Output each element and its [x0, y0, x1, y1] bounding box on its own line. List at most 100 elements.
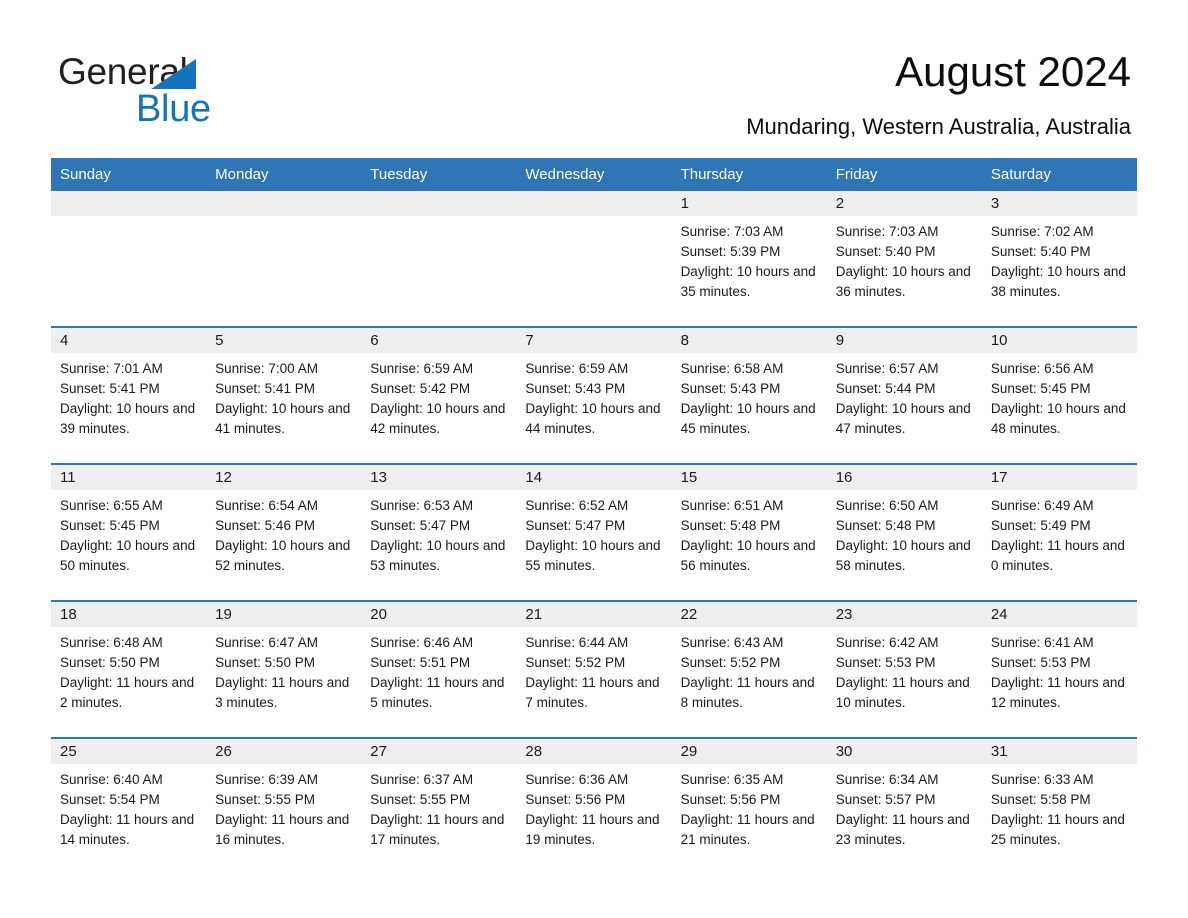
sunset-text: Sunset: 5:56 PM [680, 792, 781, 807]
daylight-text: Daylight: 10 hours and 47 minutes. [835, 401, 971, 436]
calendar-day-cell[interactable] [206, 191, 362, 327]
day-details: Sunrise: 6:55 AM Sunset: 5:45 PM Daylight:… [51, 490, 206, 576]
calendar-day-cell[interactable]: 9 Sunrise: 6:57 AM Sunset: 5:44 PM Daylight… [826, 326, 982, 464]
day-details: Sunrise: 6:50 AM Sunset: 5:48 PM Daylight:… [827, 490, 982, 576]
daylight-text: Daylight: 11 hours and 8 minutes. [680, 675, 815, 710]
day-details: Sunrise: 6:56 AM Sunset: 5:45 PM Daylight:… [982, 353, 1137, 439]
calendar-day-cell[interactable]: 12 Sunrise: 6:54 AM Sunset: 5:46 PM Dayligh… [206, 463, 362, 601]
day-details: Sunrise: 6:39 AM Sunset: 5:55 PM Daylight:… [206, 764, 361, 850]
calendar-day-cell[interactable]: 2 Sunrise: 7:03 AM Sunset: 5:40 PM Daylight… [826, 191, 982, 327]
sunrise-text: Sunrise: 7:03 AM [680, 224, 784, 239]
sunset-text: Sunset: 5:51 PM [370, 655, 471, 670]
weekday-header-tuesday: Tuesday [361, 158, 517, 191]
sunset-text: Sunset: 5:56 PM [525, 792, 626, 807]
calendar-day-cell[interactable]: 20 Sunrise: 6:46 AM Sunset: 5:51 PM Dayligh… [361, 600, 517, 738]
daylight-text: Daylight: 11 hours and 12 minutes. [990, 675, 1125, 710]
calendar-day-cell[interactable] [361, 191, 517, 327]
day-number: 7 [516, 328, 672, 353]
calendar-day-cell[interactable]: 13 Sunrise: 6:53 AM Sunset: 5:47 PM Dayligh… [361, 463, 517, 601]
sunset-text: Sunset: 5:40 PM [835, 244, 936, 259]
sunrise-text: Sunrise: 6:58 AM [680, 361, 784, 376]
calendar-day-cell[interactable]: 10 Sunrise: 6:56 AM Sunset: 5:45 PM Dayligh… [981, 326, 1137, 464]
calendar-day-cell[interactable]: 15 Sunrise: 6:51 AM Sunset: 5:48 PM Dayligh… [671, 463, 827, 601]
day-number: 12 [206, 465, 362, 490]
calendar-day-cell[interactable]: 25 Sunrise: 6:40 AM Sunset: 5:54 PM Dayligh… [51, 737, 207, 874]
calendar-day-cell[interactable]: 11 Sunrise: 6:55 AM Sunset: 5:45 PM Dayligh… [51, 463, 207, 601]
calendar-day-cell[interactable]: 14 Sunrise: 6:52 AM Sunset: 5:47 PM Dayligh… [516, 463, 672, 601]
sunset-text: Sunset: 5:50 PM [60, 655, 160, 670]
calendar-day-cell[interactable]: 3 Sunrise: 7:02 AM Sunset: 5:40 PM Daylight… [981, 191, 1137, 327]
calendar-day-cell[interactable]: 8 Sunrise: 6:58 AM Sunset: 5:43 PM Daylight… [671, 326, 827, 464]
day-number: 25 [51, 739, 207, 764]
calendar-header-row: Sunday Monday Tuesday Wednesday Thursday… [51, 158, 1137, 191]
sunset-text: Sunset: 5:50 PM [215, 655, 315, 670]
calendar-day-cell[interactable] [516, 191, 672, 327]
daylight-text: Daylight: 10 hours and 45 minutes. [680, 401, 816, 436]
day-number [51, 191, 207, 216]
daylight-text: Daylight: 10 hours and 52 minutes. [215, 538, 351, 573]
day-number: 4 [51, 328, 207, 353]
sunset-text: Sunset: 5:45 PM [990, 381, 1091, 396]
day-details: Sunrise: 6:51 AM Sunset: 5:48 PM Daylight:… [672, 490, 827, 576]
sunrise-sunset-calendar: Sunday Monday Tuesday Wednesday Thursday… [51, 158, 1137, 874]
sunset-text: Sunset: 5:45 PM [60, 518, 160, 533]
calendar-day-cell[interactable]: 26 Sunrise: 6:39 AM Sunset: 5:55 PM Dayligh… [206, 737, 362, 874]
generalblue-logo[interactable]: General Blue [58, 52, 388, 132]
calendar-day-cell[interactable]: 21 Sunrise: 6:44 AM Sunset: 5:52 PM Dayligh… [516, 600, 672, 738]
sunrise-text: Sunrise: 6:48 AM [60, 635, 163, 650]
calendar-day-cell[interactable]: 18 Sunrise: 6:48 AM Sunset: 5:50 PM Dayligh… [51, 600, 207, 738]
calendar-day-cell[interactable]: 27 Sunrise: 6:37 AM Sunset: 5:55 PM Dayligh… [361, 737, 517, 874]
sunset-text: Sunset: 5:52 PM [525, 655, 626, 670]
calendar-day-cell[interactable]: 7 Sunrise: 6:59 AM Sunset: 5:43 PM Daylight… [516, 326, 672, 464]
day-details: Sunrise: 6:35 AM Sunset: 5:56 PM Daylight:… [672, 764, 827, 850]
calendar-day-cell[interactable]: 16 Sunrise: 6:50 AM Sunset: 5:48 PM Dayligh… [826, 463, 982, 601]
calendar-day-cell[interactable]: 30 Sunrise: 6:34 AM Sunset: 5:57 PM Dayligh… [826, 737, 982, 874]
day-details: Sunrise: 7:01 AM Sunset: 5:41 PM Daylight:… [51, 353, 206, 439]
sunrise-text: Sunrise: 6:35 AM [680, 772, 784, 787]
sunrise-text: Sunrise: 6:56 AM [990, 361, 1094, 376]
calendar-day-cell[interactable]: 23 Sunrise: 6:42 AM Sunset: 5:53 PM Dayligh… [826, 600, 982, 738]
day-number: 19 [206, 602, 362, 627]
day-details: Sunrise: 6:43 AM Sunset: 5:52 PM Daylight:… [672, 627, 827, 713]
calendar-day-cell[interactable]: 5 Sunrise: 7:00 AM Sunset: 5:41 PM Daylight… [206, 326, 362, 464]
sunrise-text: Sunrise: 6:42 AM [835, 635, 939, 650]
sunrise-text: Sunrise: 6:46 AM [370, 635, 474, 650]
calendar-day-cell[interactable]: 4 Sunrise: 7:01 AM Sunset: 5:41 PM Daylight… [51, 326, 207, 464]
sunrise-text: Sunrise: 6:53 AM [370, 498, 474, 513]
sunrise-text: Sunrise: 6:40 AM [60, 772, 163, 787]
daylight-text: Daylight: 10 hours and 44 minutes. [525, 401, 661, 436]
day-details [51, 216, 206, 222]
sunset-text: Sunset: 5:53 PM [835, 655, 936, 670]
day-number: 28 [516, 739, 672, 764]
sunrise-text: Sunrise: 6:43 AM [680, 635, 784, 650]
day-details: Sunrise: 6:53 AM Sunset: 5:47 PM Daylight:… [361, 490, 516, 576]
sunset-text: Sunset: 5:53 PM [990, 655, 1091, 670]
day-number [361, 191, 517, 216]
sunset-text: Sunset: 5:55 PM [370, 792, 471, 807]
daylight-text: Daylight: 11 hours and 10 minutes. [835, 675, 970, 710]
sunrise-text: Sunrise: 6:51 AM [680, 498, 784, 513]
calendar-day-cell[interactable]: 19 Sunrise: 6:47 AM Sunset: 5:50 PM Dayligh… [206, 600, 362, 738]
daylight-text: Daylight: 11 hours and 5 minutes. [370, 675, 505, 710]
day-number: 26 [206, 739, 362, 764]
calendar-day-cell[interactable]: 6 Sunrise: 6:59 AM Sunset: 5:42 PM Daylight… [361, 326, 517, 464]
sunset-text: Sunset: 5:58 PM [990, 792, 1091, 807]
calendar-day-cell[interactable]: 24 Sunrise: 6:41 AM Sunset: 5:53 PM Dayligh… [981, 600, 1137, 738]
calendar-day-cell[interactable] [51, 191, 207, 327]
calendar-day-cell[interactable]: 31 Sunrise: 6:33 AM Sunset: 5:58 PM Dayligh… [981, 737, 1137, 874]
calendar-day-cell[interactable]: 22 Sunrise: 6:43 AM Sunset: 5:52 PM Dayligh… [671, 600, 827, 738]
day-number: 2 [826, 191, 982, 216]
calendar-week-row: 25 Sunrise: 6:40 AM Sunset: 5:54 PM Dayligh… [51, 737, 1137, 874]
daylight-text: Daylight: 11 hours and 25 minutes. [990, 812, 1125, 847]
calendar-day-cell[interactable]: 29 Sunrise: 6:35 AM Sunset: 5:56 PM Dayligh… [671, 737, 827, 874]
day-number: 13 [361, 465, 517, 490]
calendar-day-cell[interactable]: 28 Sunrise: 6:36 AM Sunset: 5:56 PM Dayligh… [516, 737, 672, 874]
day-details: Sunrise: 6:48 AM Sunset: 5:50 PM Daylight:… [51, 627, 206, 713]
calendar-day-cell[interactable]: 1 Sunrise: 7:03 AM Sunset: 5:39 PM Daylight… [671, 191, 827, 327]
calendar-day-cell[interactable]: 17 Sunrise: 6:49 AM Sunset: 5:49 PM Dayligh… [981, 463, 1137, 601]
day-details: Sunrise: 6:33 AM Sunset: 5:58 PM Daylight:… [982, 764, 1137, 850]
sunrise-text: Sunrise: 6:49 AM [990, 498, 1094, 513]
sunrise-text: Sunrise: 7:03 AM [835, 224, 939, 239]
day-number: 5 [206, 328, 362, 353]
calendar-week-row: 4 Sunrise: 7:01 AM Sunset: 5:41 PM Daylight… [51, 326, 1137, 464]
